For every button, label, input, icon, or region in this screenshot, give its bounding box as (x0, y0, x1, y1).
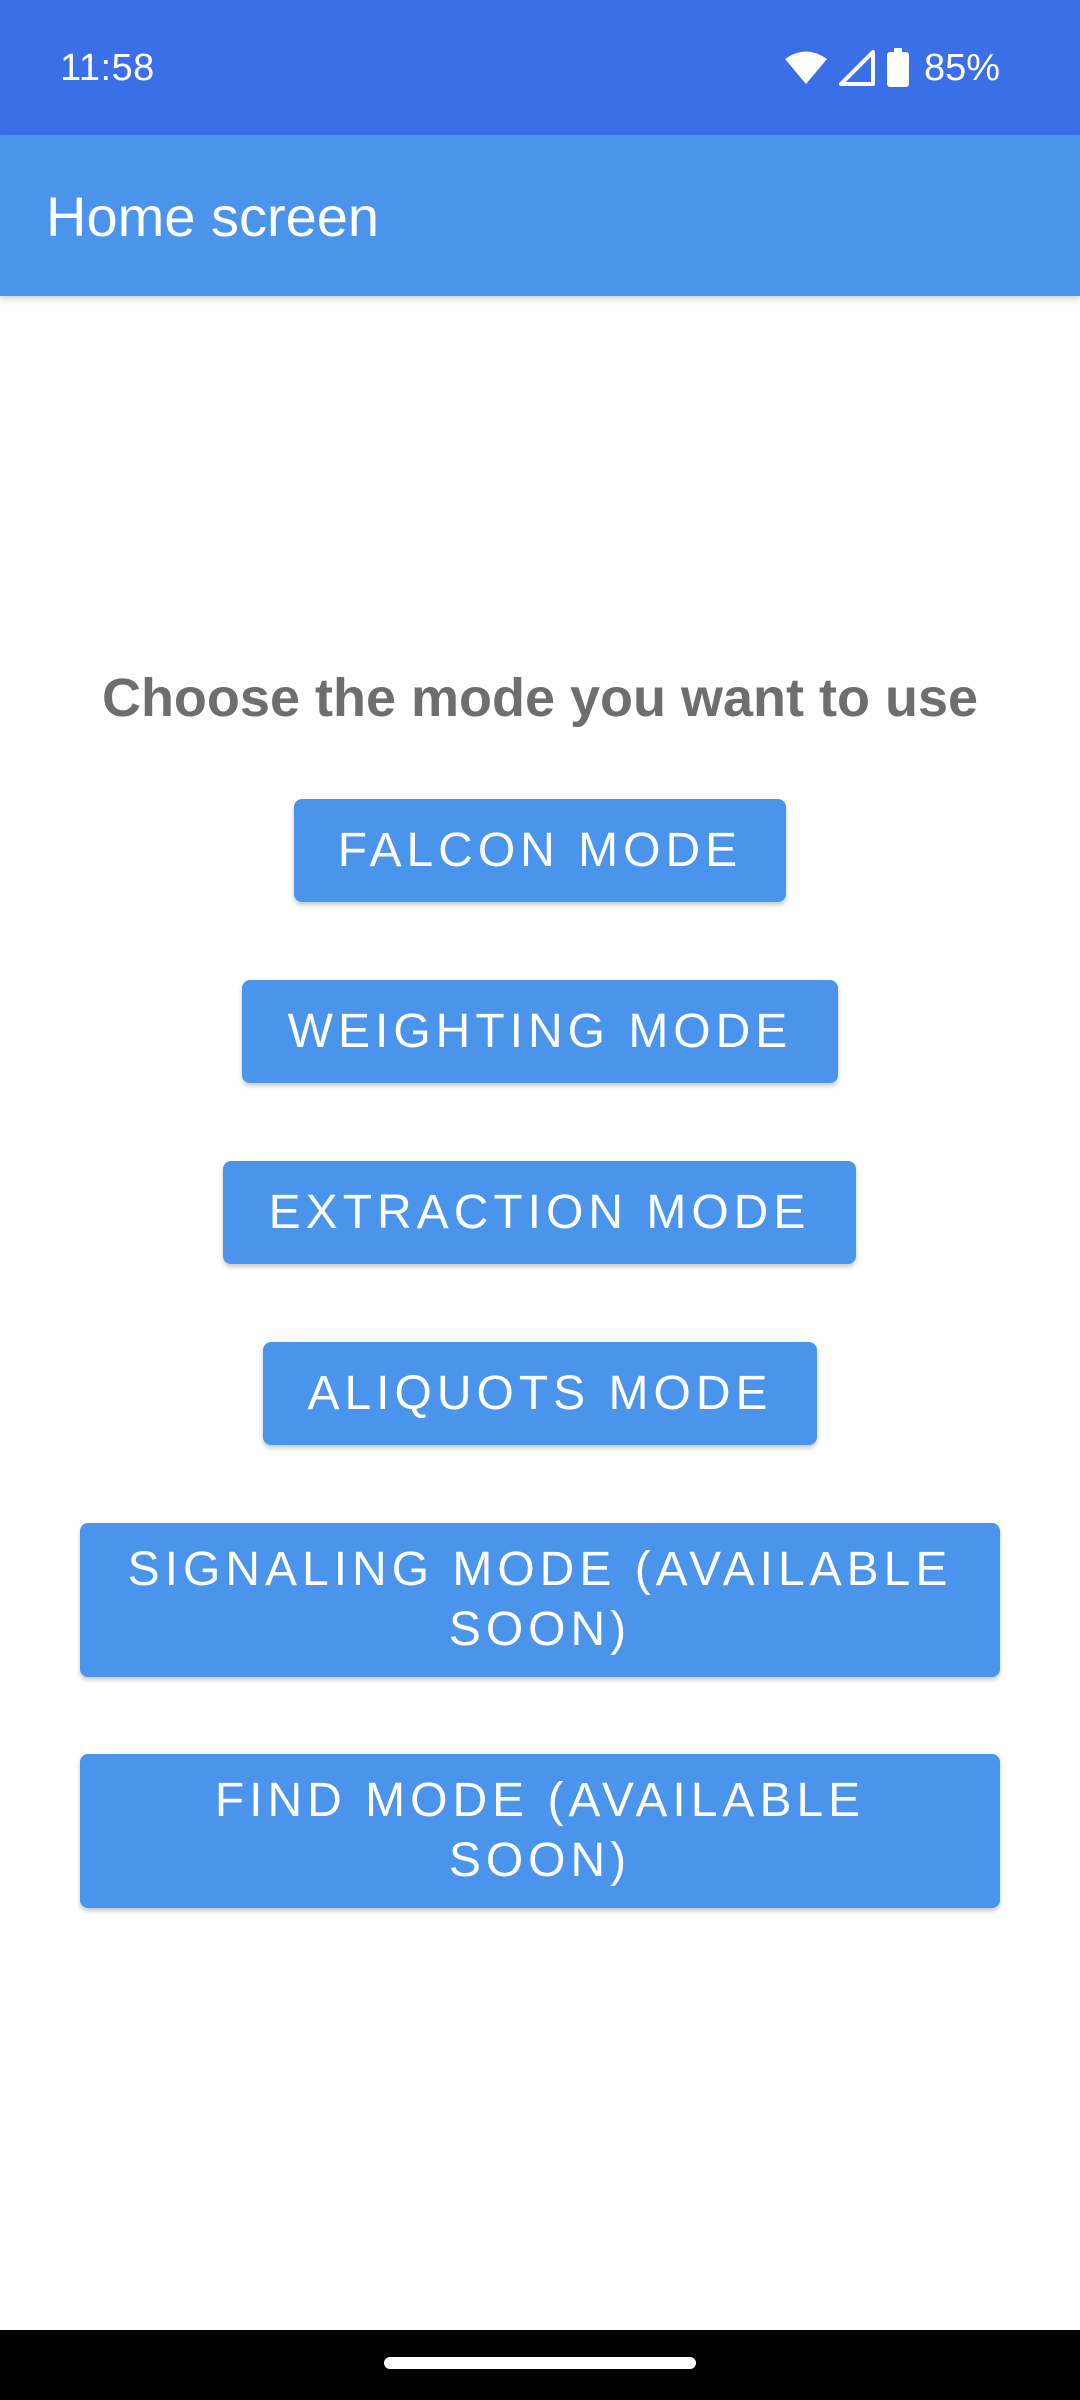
falcon-mode-button[interactable]: FALCON MODE (294, 799, 786, 902)
signaling-mode-button[interactable]: SIGNALING MODE (AVAILABLE SOON) (80, 1523, 1000, 1677)
find-mode-button[interactable]: FIND MODE (AVAILABLE SOON) (80, 1754, 1000, 1908)
wifi-icon (784, 50, 828, 86)
home-screen: 11:58 85% Home screen Choose the mode yo… (0, 0, 1080, 2400)
main-content: Choose the mode you want to use FALCON M… (0, 296, 1080, 2330)
cellular-signal-icon (838, 49, 876, 87)
status-bar: 11:58 85% (0, 0, 1080, 135)
battery-icon (886, 48, 910, 88)
home-gesture-handle[interactable] (384, 2357, 696, 2369)
battery-percentage: 85% (923, 47, 1000, 89)
status-time: 11:58 (60, 47, 155, 89)
mode-prompt: Choose the mode you want to use (101, 668, 979, 728)
extraction-mode-button[interactable]: EXTRACTION MODE (223, 1161, 856, 1264)
status-icons: 85% (784, 44, 1000, 92)
page-title: Home screen (46, 185, 380, 248)
weighting-mode-button[interactable]: WEIGHTING MODE (242, 980, 838, 1083)
app-bar: Home screen (0, 135, 1080, 296)
aliquots-mode-button[interactable]: ALIQUOTS MODE (263, 1342, 817, 1445)
